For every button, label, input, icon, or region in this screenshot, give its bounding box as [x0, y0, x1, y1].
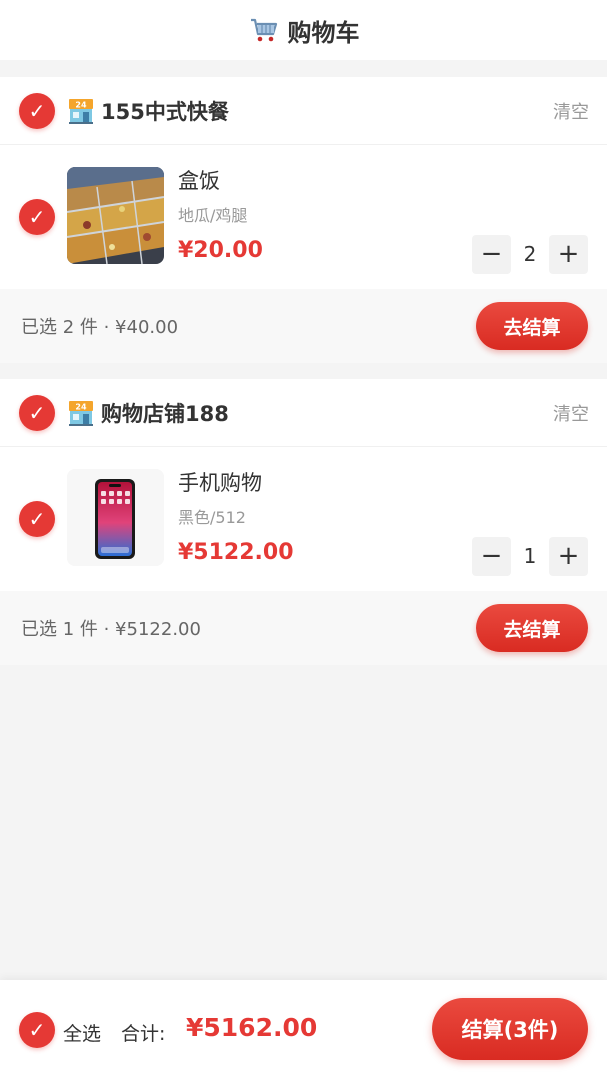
- store-select-checkbox[interactable]: ✓: [19, 92, 55, 129]
- product-name[interactable]: 手机购物: [178, 467, 262, 497]
- product-spec: 黑色/512: [178, 508, 246, 527]
- store-footer: 已选 2 件 · ¥40.00 去结算: [0, 289, 607, 363]
- store-summary: 已选 2 件 · ¥40.00: [21, 317, 179, 338]
- buffet-food-trays-photo: [67, 167, 164, 264]
- item-select-checkbox[interactable]: ✓: [19, 501, 55, 537]
- cart-page: 购物车 ✓ 24 155中式快餐 清空 ✓ 盒饭 地瓜/鸡腿 ¥20.00 − …: [0, 0, 607, 1080]
- store-footer: 已选 1 件 · ¥5122.00 去结算: [0, 591, 607, 665]
- smartphone-photo: [67, 469, 164, 566]
- check-mark-icon: ✓: [28, 400, 46, 425]
- minus-icon: −: [480, 541, 503, 571]
- decrease-quantity-button[interactable]: −: [472, 536, 511, 576]
- convenience-store-icon: 24: [69, 400, 93, 426]
- store-checkout-button[interactable]: 去结算: [476, 302, 588, 350]
- clear-store-button[interactable]: 清空: [553, 98, 589, 124]
- quantity-value: 2: [523, 242, 537, 266]
- select-all-checkbox[interactable]: ✓: [19, 1012, 55, 1048]
- product-spec: 地瓜/鸡腿: [178, 206, 248, 225]
- svg-text:24: 24: [75, 402, 87, 411]
- shopping-cart-icon: [250, 18, 277, 42]
- decrease-quantity-button[interactable]: −: [472, 234, 511, 274]
- store-card: ✓ 24 购物店铺188 清空 ✓ 手机购物 黑色/512 ¥5122.00 −…: [0, 379, 607, 665]
- cart-item: ✓ 盒饭 地瓜/鸡腿 ¥20.00 − 2 +: [0, 145, 607, 289]
- clear-store-button[interactable]: 清空: [553, 400, 589, 426]
- quantity-stepper: − 1 +: [472, 536, 588, 576]
- select-all-label[interactable]: 全选: [63, 1019, 101, 1046]
- total-label: 合计:: [121, 1023, 166, 1045]
- plus-icon: +: [557, 541, 580, 571]
- page-header: 购物车: [0, 0, 607, 60]
- plus-icon: +: [557, 239, 580, 269]
- product-name[interactable]: 盒饭: [178, 165, 220, 195]
- store-checkout-button[interactable]: 去结算: [476, 604, 588, 652]
- page-title: 购物车: [287, 18, 360, 47]
- quantity-stepper: − 2 +: [472, 234, 588, 274]
- check-mark-icon: ✓: [28, 507, 46, 531]
- convenience-store-icon: 24: [69, 98, 93, 124]
- store-header: ✓ 24 155中式快餐 清空: [0, 77, 607, 145]
- increase-quantity-button[interactable]: +: [549, 536, 588, 576]
- quantity-value: 1: [523, 544, 537, 568]
- store-header: ✓ 24 购物店铺188 清空: [0, 379, 607, 447]
- store-select-checkbox[interactable]: ✓: [19, 394, 55, 431]
- checkout-bar: ✓ 全选 合计: ¥5162.00 结算(3件): [0, 980, 607, 1080]
- minus-icon: −: [480, 239, 503, 269]
- header-title-group: 购物车: [248, 13, 360, 48]
- check-mark-icon: ✓: [28, 1018, 46, 1042]
- product-price: ¥20.00: [178, 238, 263, 263]
- store-summary: 已选 1 件 · ¥5122.00: [21, 619, 201, 640]
- store-name: 购物店铺188: [101, 401, 229, 426]
- product-price: ¥5122.00: [178, 540, 294, 565]
- check-mark-icon: ✓: [28, 205, 46, 229]
- product-image[interactable]: [67, 167, 164, 264]
- product-image[interactable]: [67, 469, 164, 566]
- cart-item: ✓ 手机购物 黑色/512 ¥5122.00 − 1 +: [0, 447, 607, 591]
- checkout-button[interactable]: 结算(3件): [432, 998, 588, 1060]
- svg-text:24: 24: [75, 100, 87, 109]
- check-mark-icon: ✓: [28, 98, 46, 123]
- item-select-checkbox[interactable]: ✓: [19, 199, 55, 235]
- total-amount: ¥5162.00: [186, 1013, 318, 1042]
- increase-quantity-button[interactable]: +: [549, 234, 588, 274]
- store-name: 155中式快餐: [101, 99, 229, 124]
- store-card: ✓ 24 155中式快餐 清空 ✓ 盒饭 地瓜/鸡腿 ¥20.00 − 2 + …: [0, 77, 607, 363]
